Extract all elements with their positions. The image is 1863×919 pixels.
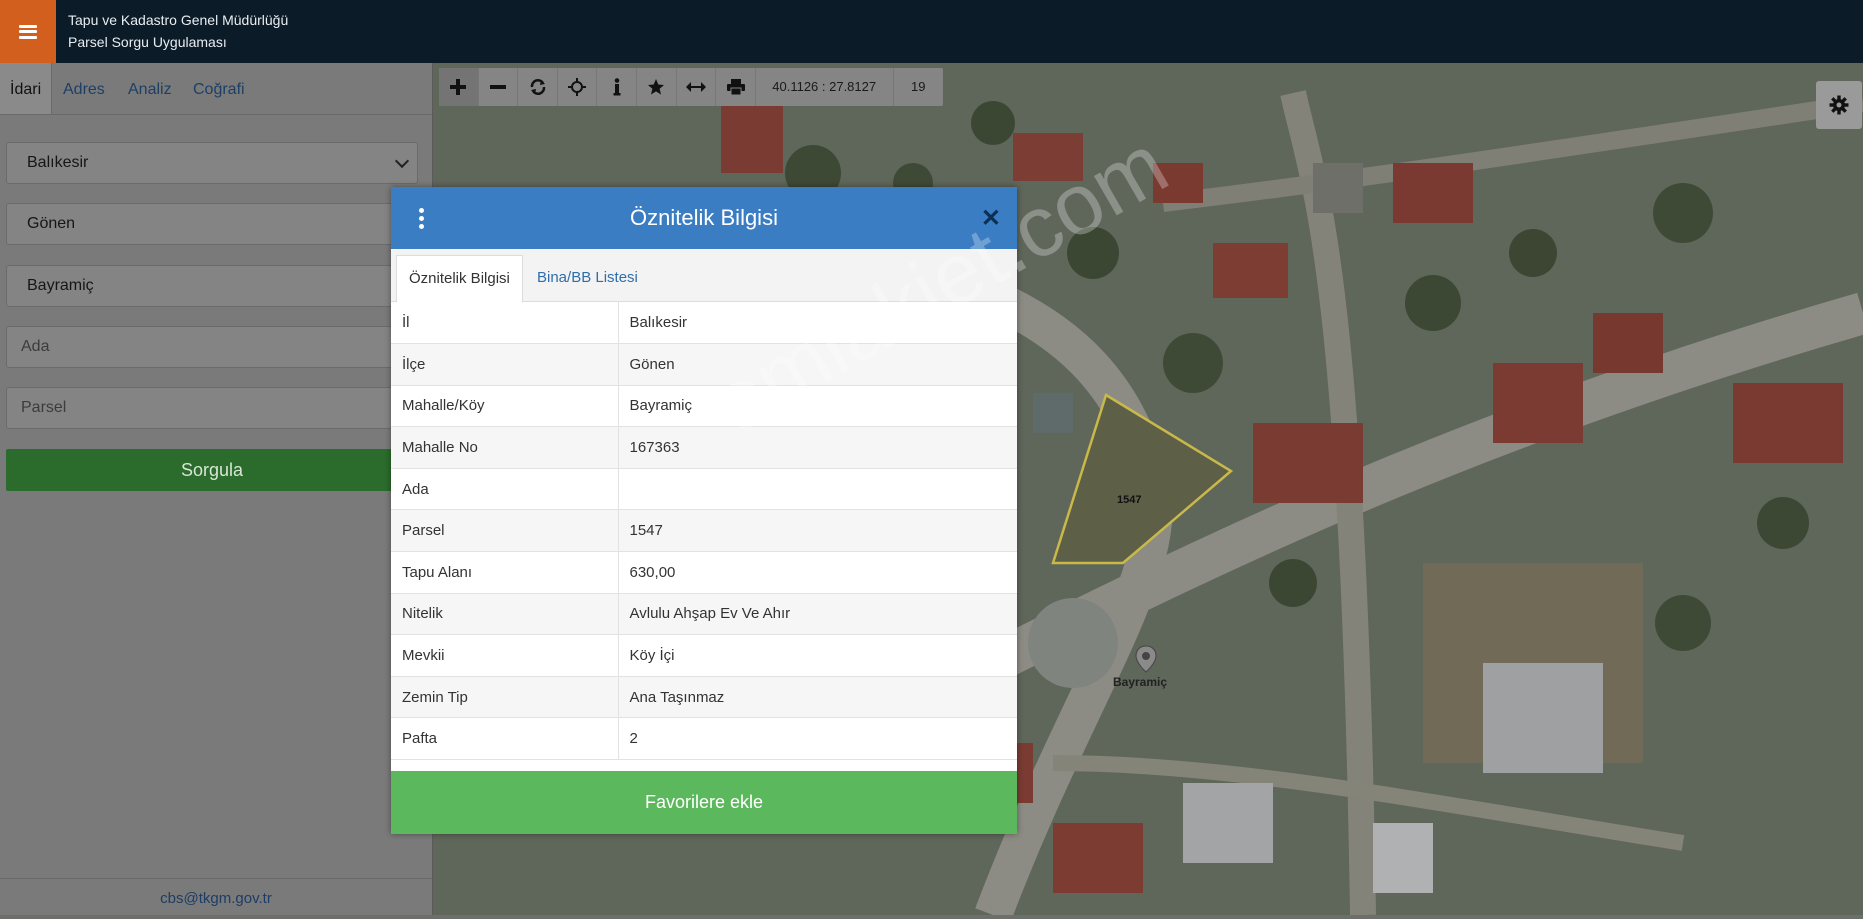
tab-adres[interactable]: Adres [53,63,115,114]
info-button[interactable] [597,68,638,106]
map-pin-icon[interactable] [1135,645,1157,673]
hamburger-icon [19,24,37,39]
parsel-input[interactable]: Parsel [6,387,418,429]
attr-key: İl [391,302,619,345]
attr-key: İlçe [391,343,619,386]
coordinate-readout: 40.1126 : 27.8127 [756,68,894,106]
attr-key: Mevkii [391,634,619,677]
kebab-menu-icon[interactable] [419,208,424,229]
ada-input[interactable]: Ada [6,326,418,368]
tab-analiz[interactable]: Analiz [118,63,182,114]
place-label: Bayramiç [1113,675,1168,689]
zoom-in-button[interactable] [439,68,479,106]
table-row: Zemin Tip Ana Taşınmaz [391,676,1017,719]
table-row: İl Balıkesir [391,302,1017,345]
attr-value: 630,00 [618,551,1017,594]
locate-icon [568,78,587,96]
ada-input-placeholder: Ada [21,338,50,355]
hamburger-menu-button[interactable] [0,0,56,63]
il-select[interactable]: Balıkesir [6,142,418,184]
table-row: Mevkii Köy İçi [391,634,1017,677]
attr-key: Ada [391,468,619,511]
chevron-down-icon [394,153,410,169]
print-icon [726,79,745,95]
table-row: Pafta 2 [391,717,1017,761]
table-row: Nitelik Avlulu Ahşap Ev Ve Ahır [391,593,1017,636]
attr-value: Avlulu Ahşap Ev Ve Ahır [618,593,1017,636]
attr-key: Tapu Alanı [391,551,619,594]
table-row: Mahalle/Köy Bayramiç [391,385,1017,428]
tab-cografi[interactable]: Coğrafi [183,63,255,114]
modal-tabs: Öznitelik Bilgisi Bina/BB Listesi [391,249,1017,303]
star-icon [648,79,665,95]
attr-value: Gönen [618,343,1017,386]
zoom-level-readout: 19 [911,79,926,94]
attr-value: 167363 [618,426,1017,469]
sidebar-tabs: İdari Adres Analiz Coğrafi [0,63,432,115]
attr-key: Zemin Tip [391,676,619,719]
attr-key: Parsel [391,509,619,553]
table-row: Parsel 1547 [391,509,1017,553]
app-brand: Tapu ve Kadastro Genel Müdürlüğü Parsel … [68,9,288,53]
sorgula-button[interactable]: Sorgula [6,449,418,491]
attr-value: 1547 [618,509,1017,553]
contact-email-link[interactable]: cbs@tkgm.gov.tr [160,890,272,907]
info-icon [613,78,621,96]
attr-key: Mahalle No [391,426,619,469]
table-row: Mahalle No 167363 [391,426,1017,469]
refresh-button[interactable] [518,68,558,106]
table-row: Ada [391,468,1017,511]
sidebar: İdari Adres Analiz Coğrafi Balıkesir Gön… [0,63,433,915]
ilce-select-value: Gönen [27,215,76,232]
zoom-in-icon [450,79,467,95]
tab-bina-bb-listesi[interactable]: Bina/BB Listesi [525,255,650,301]
attr-value: Bayramiç [618,385,1017,428]
settings-button[interactable] [1816,81,1862,129]
map-toolbar: 40.1126 : 27.8127 19 [439,68,943,106]
refresh-icon [530,79,545,95]
favorites-button[interactable] [637,68,677,106]
parsel-input-placeholder: Parsel [21,399,67,416]
app-name: Parsel Sorgu Uygulaması [68,34,227,50]
locate-button[interactable] [558,68,598,106]
add-to-favorites-button[interactable]: Favorilere ekle [391,771,1017,834]
measure-icon [685,82,706,92]
tab-idari[interactable]: İdari [0,63,53,114]
modal-header: Öznitelik Bilgisi ✕ [391,187,1017,249]
org-name: Tapu ve Kadastro Genel Müdürlüğü [68,12,289,28]
attr-key: Nitelik [391,593,619,636]
ilce-select[interactable]: Gönen [6,203,418,245]
top-bar: Tapu ve Kadastro Genel Müdürlüğü Parsel … [0,0,1863,63]
sidebar-footer: cbs@tkgm.gov.tr [0,878,432,915]
attr-value: Ana Taşınmaz [618,676,1017,719]
mahalle-select-value: Bayramiç [27,277,94,294]
mahalle-select[interactable]: Bayramiç [6,265,418,307]
table-row: Tapu Alanı 630,00 [391,551,1017,594]
zoom-out-icon [489,85,506,89]
modal-title: Öznitelik Bilgisi [630,205,778,230]
il-select-value: Balıkesir [27,154,89,171]
parcel-label: 1547 [1117,494,1142,506]
measure-button[interactable] [677,68,717,106]
attr-value: 2 [618,717,1017,761]
attribute-info-modal: Öznitelik Bilgisi ✕ Öznitelik Bilgisi Bi… [391,187,1017,834]
zoom-out-button[interactable] [479,68,519,106]
attr-value [618,468,1017,511]
attr-key: Mahalle/Köy [391,385,619,428]
print-button[interactable] [716,68,756,106]
attr-value: Köy İçi [618,634,1017,677]
close-icon[interactable]: ✕ [981,204,1001,233]
attribute-table: İl Balıkesir İlçe Gönen Mahalle/Köy Bayrami… [391,302,1017,761]
attr-key: Pafta [391,717,619,761]
tab-oznitelik-bilgisi[interactable]: Öznitelik Bilgisi [396,255,523,303]
gear-icon [1829,95,1849,115]
table-row: İlçe Gönen [391,343,1017,386]
attr-value: Balıkesir [618,302,1017,345]
